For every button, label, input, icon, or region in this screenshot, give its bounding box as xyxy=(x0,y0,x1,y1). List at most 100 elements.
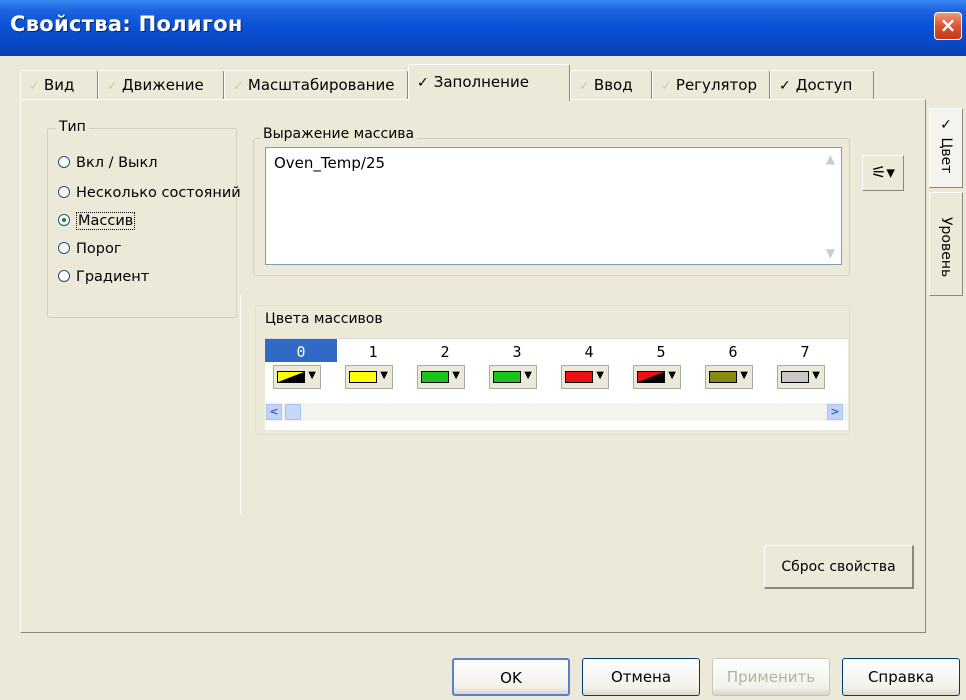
vertical-divider xyxy=(240,295,241,515)
array-color-cell[interactable]: 6 ▼ xyxy=(697,339,769,411)
checkmark-icon: ✓ xyxy=(779,78,791,94)
scroll-thumb[interactable] xyxy=(285,404,301,420)
check-placeholder-icon: ✓ xyxy=(107,79,118,94)
expression-title: Выражение массива xyxy=(260,126,418,142)
scroll-right-icon[interactable]: > xyxy=(827,404,843,420)
color-picker-button[interactable]: ▼ xyxy=(777,365,825,389)
radio-circle-icon xyxy=(58,242,70,254)
array-colors-grid: 0 ▼ 1 ▼ 2 ▼ 3 ▼ 4 ▼ 5 ▼ 6 ▼ 7 ▼ < > xyxy=(265,338,848,430)
array-color-cell[interactable]: 5 ▼ xyxy=(625,339,697,411)
array-color-cell[interactable]: 3 ▼ xyxy=(481,339,553,411)
radio-array[interactable]: Массив xyxy=(58,212,136,235)
tab-label: Заполнение xyxy=(433,73,529,91)
radio-label: Массив xyxy=(76,212,136,230)
color-swatch xyxy=(349,371,377,383)
expression-value: Oven_Temp/25 xyxy=(274,154,386,172)
dropdown-arrow-icon: ▼ xyxy=(452,370,460,381)
dropdown-arrow-icon: ▼ xyxy=(596,370,604,381)
array-index-label: 3 xyxy=(512,343,522,361)
radio-threshold[interactable]: Порог xyxy=(58,241,121,263)
close-button[interactable]: × xyxy=(934,12,962,40)
tab-input[interactable]: ✓ Ввод xyxy=(570,70,652,100)
color-swatch xyxy=(565,371,593,383)
tab-label: Регулятор xyxy=(675,76,757,94)
checkmark-icon: ✓ xyxy=(938,117,954,133)
color-swatch xyxy=(421,371,449,383)
color-picker-button[interactable]: ▼ xyxy=(417,365,465,389)
color-swatch xyxy=(637,371,665,383)
color-swatch xyxy=(277,371,305,383)
side-tab-label: Цвет xyxy=(938,137,954,174)
array-index-label: 5 xyxy=(656,343,666,361)
radio-label: Вкл / Выкл xyxy=(76,155,158,171)
tab-label: Ввод xyxy=(593,76,633,94)
dropdown-arrow-icon: ▼ xyxy=(524,370,532,381)
radio-multistate[interactable]: Несколько состояний xyxy=(58,185,241,207)
check-placeholder-icon: ✓ xyxy=(579,79,590,94)
array-index-label: 6 xyxy=(728,343,738,361)
radio-on-off[interactable]: Вкл / Выкл xyxy=(58,155,158,177)
side-tab-label: Уровень xyxy=(938,217,954,278)
tab-view[interactable]: ✓ Вид xyxy=(20,70,98,100)
dropdown-arrow-icon: ▼ xyxy=(308,370,316,381)
color-swatch xyxy=(709,371,737,383)
color-picker-button[interactable]: ▼ xyxy=(273,365,321,389)
magic-wand-icon: ⚟▾ xyxy=(871,163,895,183)
radio-circle-icon xyxy=(58,270,70,282)
tab-label: Вид xyxy=(43,76,75,94)
tab-label: Доступ xyxy=(795,76,853,94)
check-placeholder-icon: ✓ xyxy=(233,79,244,94)
array-index-label: 1 xyxy=(368,343,378,361)
help-button[interactable]: Справка xyxy=(842,658,960,696)
type-group-title: Тип xyxy=(56,119,89,135)
radio-label: Порог xyxy=(76,241,122,257)
array-index-label: 4 xyxy=(584,343,594,361)
window-title: Свойства: Полигон xyxy=(10,12,243,36)
array-color-cell[interactable]: 1 ▼ xyxy=(337,339,409,411)
expression-input[interactable]: Oven_Temp/25 ▲ ▼ xyxy=(265,147,842,265)
ok-button[interactable]: OK xyxy=(452,658,570,696)
array-color-cell[interactable]: 0 ▼ xyxy=(265,339,337,411)
close-icon: × xyxy=(939,13,957,37)
side-tab-level[interactable]: Уровень xyxy=(929,192,963,296)
tab-motion[interactable]: ✓ Движение xyxy=(98,70,224,100)
check-placeholder-icon: ✓ xyxy=(29,79,40,94)
color-picker-button[interactable]: ▼ xyxy=(561,365,609,389)
tab-access[interactable]: ✓ Доступ xyxy=(770,70,874,100)
scroll-down-icon: ▼ xyxy=(825,246,835,260)
dropdown-arrow-icon: ▼ xyxy=(668,370,676,381)
apply-button[interactable]: Применить xyxy=(712,658,830,696)
expression-builder-button[interactable]: ⚟▾ xyxy=(862,155,904,191)
check-placeholder-icon: ✓ xyxy=(661,79,672,94)
radio-gradient[interactable]: Градиент xyxy=(58,269,149,291)
color-picker-button[interactable]: ▼ xyxy=(633,365,681,389)
tab-scaling[interactable]: ✓ Масштабирование xyxy=(224,70,408,100)
array-color-cell[interactable]: 7 ▼ xyxy=(769,339,841,411)
radio-circle-icon xyxy=(58,156,70,168)
tab-regulator[interactable]: ✓ Регулятор xyxy=(652,70,770,100)
color-swatch xyxy=(493,371,521,383)
cancel-button[interactable]: Отмена xyxy=(582,658,700,696)
tab-fill[interactable]: ✓ Заполнение xyxy=(408,64,570,101)
array-color-cell[interactable]: 4 ▼ xyxy=(553,339,625,411)
tab-strip: ✓ Вид ✓ Движение ✓ Масштабирование ✓ Заполне… xyxy=(20,64,900,101)
color-picker-button[interactable]: ▼ xyxy=(345,365,393,389)
tab-label: Движение xyxy=(121,76,204,94)
color-swatch xyxy=(781,371,809,383)
radio-label: Несколько состояний xyxy=(76,185,241,201)
reset-properties-button[interactable]: Сброс свойства xyxy=(764,545,914,589)
color-picker-button[interactable]: ▼ xyxy=(705,365,753,389)
scroll-up-icon: ▲ xyxy=(825,152,835,166)
side-tab-color[interactable]: ✓ Цвет xyxy=(929,108,963,188)
array-index-label: 7 xyxy=(800,343,810,361)
color-picker-button[interactable]: ▼ xyxy=(489,365,537,389)
title-bar: Свойства: Полигон × xyxy=(0,0,966,56)
horizontal-scrollbar[interactable]: < > xyxy=(265,403,848,421)
dropdown-arrow-icon: ▼ xyxy=(380,370,388,381)
array-color-cell[interactable]: 2 ▼ xyxy=(409,339,481,411)
scroll-left-icon[interactable]: < xyxy=(266,404,282,420)
array-index-label: 0 xyxy=(265,339,337,362)
checkmark-icon: ✓ xyxy=(417,75,429,91)
dropdown-arrow-icon: ▼ xyxy=(812,370,820,381)
radio-circle-icon xyxy=(58,186,70,198)
